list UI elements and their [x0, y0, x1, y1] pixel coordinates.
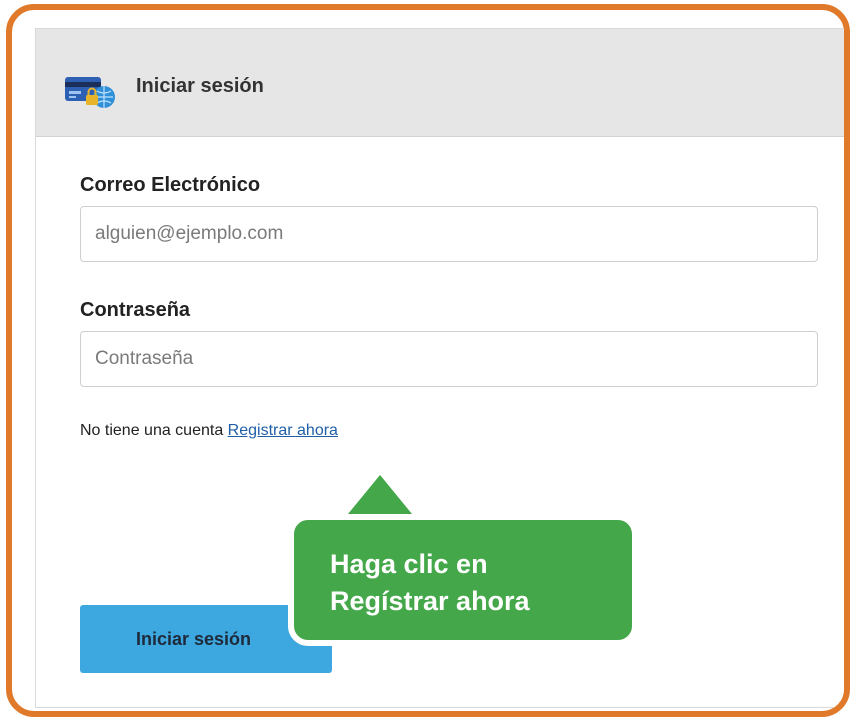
email-label: Correo Electrónico — [80, 174, 261, 196]
password-field[interactable] — [80, 331, 818, 387]
panel-header: Iniciar sesión — [36, 29, 844, 137]
register-prompt: No tiene una cuenta Registrar ahora — [80, 422, 338, 440]
email-field[interactable] — [80, 206, 818, 262]
password-label: Contraseña — [80, 299, 191, 321]
instruction-callout: Haga clic en Regístrar ahora — [288, 514, 638, 646]
register-now-link[interactable]: Registrar ahora — [228, 422, 338, 439]
callout-line-1: Haga clic en — [330, 549, 488, 579]
tutorial-frame: Iniciar sesión Correo Electrónico Contra… — [6, 4, 850, 717]
register-prompt-text: No tiene una cuenta — [80, 422, 224, 439]
callout-line-2: Regístrar ahora — [330, 586, 530, 616]
credit-card-lock-globe-icon — [65, 77, 115, 108]
panel-title: Iniciar sesión — [136, 75, 264, 97]
